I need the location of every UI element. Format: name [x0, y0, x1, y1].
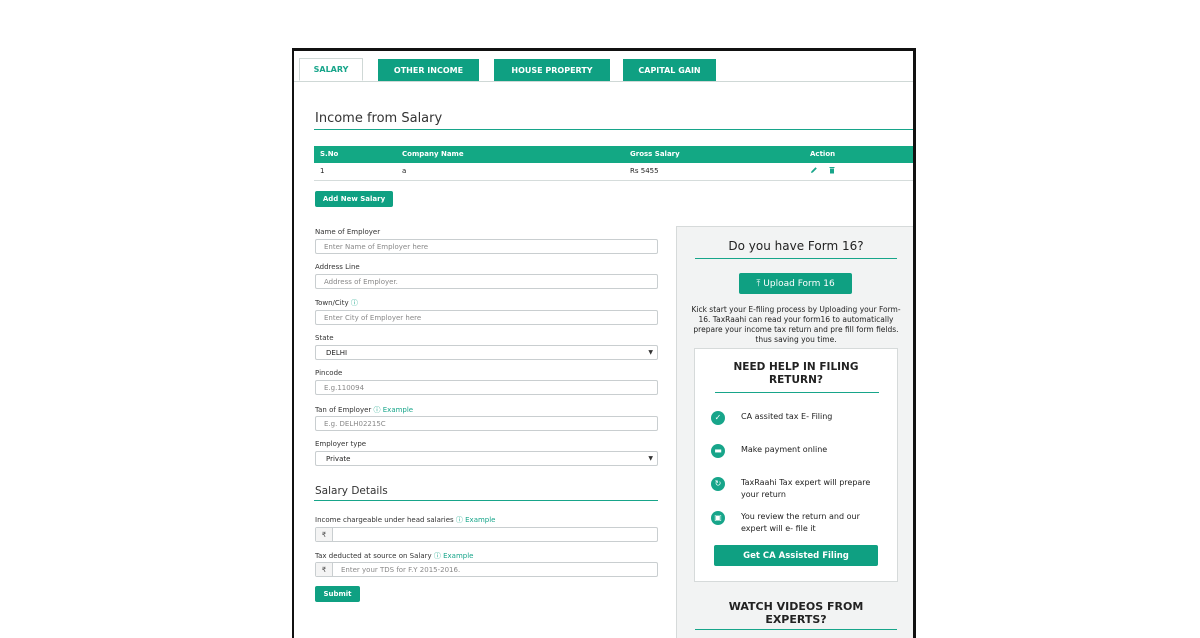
refresh-icon: ↻: [711, 477, 725, 491]
tds-example-link[interactable]: Example: [443, 552, 473, 560]
employer-name-label: Name of Employer: [315, 228, 381, 236]
state-select[interactable]: DELHI ▼: [315, 345, 658, 360]
help-icon[interactable]: ⓘ: [434, 552, 441, 560]
page-title: Income from Salary: [315, 111, 443, 126]
tds-label-text: Tax deducted at source on Salary: [315, 552, 432, 560]
help-item-text: TaxRaahi Tax expert will prepare your re…: [741, 478, 871, 499]
tds-label: Tax deducted at source on Salary ⓘ Examp…: [315, 551, 473, 561]
app-frame: SALARY OTHER INCOME HOUSE PROPERTY CAPIT…: [292, 48, 916, 638]
help-box: NEED HELP IN FILING RETURN? ✓ CA assited…: [694, 348, 898, 582]
employer-type-label: Employer type: [315, 440, 367, 448]
salary-details-title: Salary Details: [315, 485, 388, 497]
town-label-text: Town/City: [315, 299, 349, 307]
row-gross: Rs 5455: [630, 167, 659, 175]
table-row: 1 a Rs 5455: [314, 163, 913, 181]
tds-input[interactable]: ₹ Enter your TDS for F.Y 2015-2016.: [315, 562, 658, 577]
upload-label: Upload Form 16: [763, 278, 835, 289]
employer-type-select[interactable]: Private ▼: [315, 451, 658, 466]
income-chargeable-text: Income chargeable under head salaries: [315, 516, 454, 524]
form16-description: Kick start your E-filing process by Uplo…: [691, 305, 901, 344]
help-icon[interactable]: ⓘ: [456, 516, 463, 524]
help-icon[interactable]: ⓘ: [351, 299, 358, 307]
help-divider: [715, 392, 879, 393]
salary-details-divider: [314, 500, 658, 501]
chevron-down-icon: ▼: [648, 349, 653, 356]
row-company: a: [402, 167, 407, 175]
help-title: NEED HELP IN FILING RETURN?: [733, 361, 859, 386]
videos-divider: [695, 629, 897, 630]
tab-bar: SALARY OTHER INCOME HOUSE PROPERTY CAPIT…: [294, 57, 913, 82]
shirt-icon: ✓: [711, 411, 725, 425]
tab-other-income[interactable]: OTHER INCOME: [378, 59, 479, 81]
income-chargeable-input[interactable]: ₹: [315, 527, 658, 542]
monitor-icon: ▣: [711, 511, 725, 525]
title-divider: [314, 129, 913, 130]
rupee-icon: ₹: [316, 528, 333, 541]
town-label: Town/City ⓘ: [315, 298, 358, 308]
tan-example-link[interactable]: Example: [383, 406, 413, 414]
header-sno: S.No: [320, 150, 339, 158]
upload-icon: ⤒: [756, 278, 761, 289]
videos-title: WATCH VIDEOS FROM EXPERTS?: [728, 600, 864, 626]
get-ca-assisted-filing-button[interactable]: Get CA Assisted Filing: [714, 545, 878, 566]
tab-capital-gain[interactable]: CAPITAL GAIN: [623, 59, 716, 81]
form16-divider: [695, 258, 897, 259]
address-input[interactable]: Address of Employer.: [315, 274, 658, 289]
tan-input[interactable]: E.g. DELH02215C: [315, 416, 658, 431]
state-label: State: [315, 334, 334, 342]
tab-house-property[interactable]: HOUSE PROPERTY: [494, 59, 610, 81]
table-header: S.No Company Name Gross Salary Action: [314, 146, 913, 163]
pincode-label: Pincode: [315, 369, 343, 377]
tan-label: Tan of Employer ⓘ Example: [315, 405, 413, 415]
help-icon[interactable]: ⓘ: [374, 406, 381, 414]
income-example-link[interactable]: Example: [465, 516, 495, 524]
card-icon: ▬: [711, 444, 725, 458]
tds-placeholder: Enter your TDS for F.Y 2015-2016.: [341, 565, 461, 574]
delete-icon[interactable]: [828, 166, 836, 176]
form16-panel: Do you have Form 16? ⤒ Upload Form 16 Kic…: [676, 226, 913, 638]
header-action: Action: [810, 150, 836, 158]
pincode-input[interactable]: E.g.110094: [315, 380, 658, 395]
upload-form16-button[interactable]: ⤒ Upload Form 16: [739, 273, 852, 294]
state-value: DELHI: [326, 348, 348, 357]
header-gross: Gross Salary: [630, 150, 680, 158]
help-item-text: You review the return and our expert wil…: [741, 512, 860, 533]
form16-title: Do you have Form 16?: [728, 239, 864, 253]
address-label: Address Line: [315, 263, 360, 271]
employer-type-value: Private: [326, 454, 351, 463]
row-sno: 1: [320, 167, 325, 175]
salary-table: S.No Company Name Gross Salary Action 1 …: [314, 146, 913, 181]
submit-button[interactable]: Submit: [315, 586, 360, 602]
income-chargeable-label: Income chargeable under head salaries ⓘ …: [315, 515, 496, 525]
tan-label-text: Tan of Employer: [315, 406, 372, 414]
town-input[interactable]: Enter City of Employer here: [315, 310, 658, 325]
rupee-icon: ₹: [316, 563, 333, 576]
employer-name-input[interactable]: Enter Name of Employer here: [315, 239, 658, 254]
edit-icon[interactable]: [810, 166, 818, 176]
help-item-text: CA assited tax E- Filing: [741, 412, 833, 421]
add-new-salary-button[interactable]: Add New Salary: [315, 191, 393, 207]
chevron-down-icon: ▼: [648, 455, 653, 462]
help-item-text: Make payment online: [741, 445, 828, 454]
header-company: Company Name: [402, 150, 464, 158]
tab-salary[interactable]: SALARY: [299, 58, 363, 81]
